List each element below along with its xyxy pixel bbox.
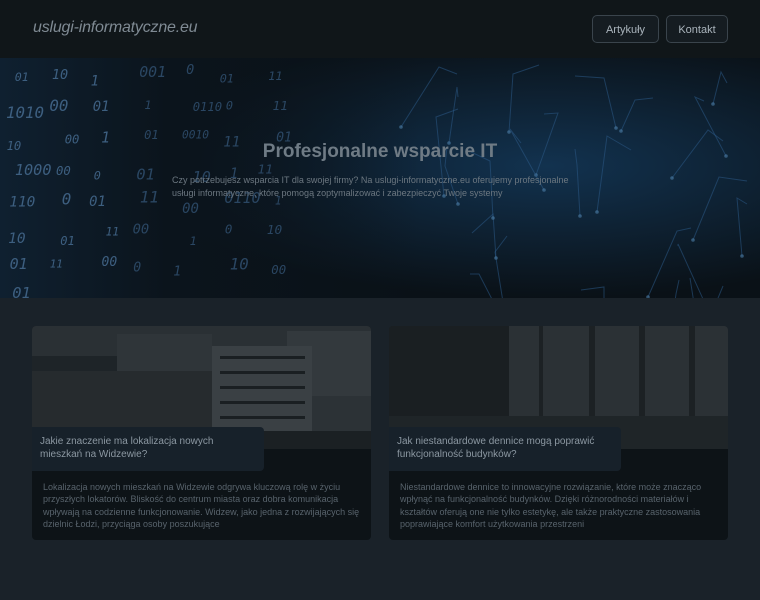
- binary-digit: 10: [52, 67, 68, 83]
- binary-digit: 01: [89, 194, 106, 210]
- article-card-dennice[interactable]: Jak niestandardowe dennice mogą poprawić…: [389, 326, 728, 540]
- nav-contact-button[interactable]: Kontakt: [666, 15, 728, 43]
- binary-digit: 0010: [182, 128, 209, 141]
- binary-digit: 110: [9, 195, 35, 211]
- circuit-node: [491, 216, 495, 220]
- circuit-node: [711, 102, 715, 106]
- binary-digit: 0: [133, 261, 141, 276]
- binary-digit: 1000: [15, 161, 52, 179]
- binary-digit: 00: [56, 164, 71, 178]
- binary-digit: 1: [91, 73, 99, 89]
- site-header: uslugi-informatyczne.eu Artykuły Kontakt: [0, 0, 760, 58]
- article-title[interactable]: Jakie znaczenie ma lokalizacja nowych mi…: [32, 427, 264, 471]
- binary-digit: 01: [93, 99, 110, 115]
- binary-digit: 11: [273, 99, 288, 114]
- circuit-node: [740, 254, 744, 258]
- binary-digit: 00: [49, 96, 68, 115]
- binary-digit: 10: [8, 231, 26, 247]
- binary-digit: 1: [173, 265, 181, 280]
- binary-digit: 1010: [6, 103, 44, 122]
- article-card-widzew[interactable]: Jakie znaczenie ma lokalizacja nowych mi…: [32, 326, 371, 540]
- binary-digit: 001: [139, 63, 166, 81]
- circuit-node: [691, 238, 695, 242]
- binary-digit: 1: [190, 234, 197, 248]
- binary-digit: 00: [133, 221, 149, 237]
- binary-digit: 00: [102, 255, 118, 270]
- circuit-node: [399, 125, 403, 129]
- hero-title: Profesjonalne wsparcie IT: [262, 141, 498, 162]
- binary-digit: 11: [106, 225, 119, 238]
- binary-digit: 01: [15, 70, 29, 84]
- binary-digit: 11: [50, 257, 63, 270]
- article-excerpt: Lokalizacja nowych mieszkań na Widzewie …: [43, 482, 360, 529]
- binary-digit: 01: [60, 234, 75, 248]
- circuit-node: [507, 130, 511, 134]
- binary-digit: 11: [268, 69, 282, 83]
- circuit-node: [456, 202, 460, 206]
- article-excerpt: Niestandardowe dennice to innowacyjne ro…: [400, 482, 702, 529]
- binary-digit: 00: [271, 263, 286, 277]
- binary-digit: 11: [140, 187, 159, 206]
- binary-digit: 1: [144, 98, 151, 112]
- binary-digit: 0: [94, 168, 101, 182]
- binary-digit: 01: [136, 166, 154, 184]
- binary-digit: 0: [225, 222, 232, 237]
- hero-description: Czy potrzebujesz wsparcia IT dla swojej …: [172, 175, 569, 198]
- site-logo[interactable]: uslugi-informatyczne.eu: [33, 19, 198, 37]
- binary-digit: 01: [144, 128, 159, 142]
- nav-articles-button[interactable]: Artykuły: [592, 15, 659, 43]
- binary-digit: 0: [226, 99, 233, 113]
- binary-digit: 10: [230, 255, 249, 274]
- circuit-node: [494, 256, 498, 260]
- binary-digit: 0: [186, 62, 194, 78]
- hero-banner: 01 10 1 001 0 01 11 1010 00 01 1 0110 0 11 10 00 1 01 0010…: [0, 58, 760, 298]
- binary-digit: 00: [182, 201, 199, 217]
- circuit-node: [614, 126, 618, 130]
- circuit-node: [619, 129, 623, 133]
- binary-digit: 01: [220, 71, 234, 85]
- binary-digit: 0: [62, 190, 72, 209]
- binary-digit: 01: [10, 255, 28, 273]
- article-title[interactable]: Jak niestandardowe dennice mogą poprawić…: [389, 427, 621, 471]
- binary-digit: 01: [12, 284, 31, 298]
- binary-digit: 0110: [193, 100, 222, 114]
- circuit-node: [595, 210, 599, 214]
- circuit-node: [670, 176, 674, 180]
- circuit-node: [578, 214, 582, 218]
- binary-digit: 10: [267, 223, 283, 238]
